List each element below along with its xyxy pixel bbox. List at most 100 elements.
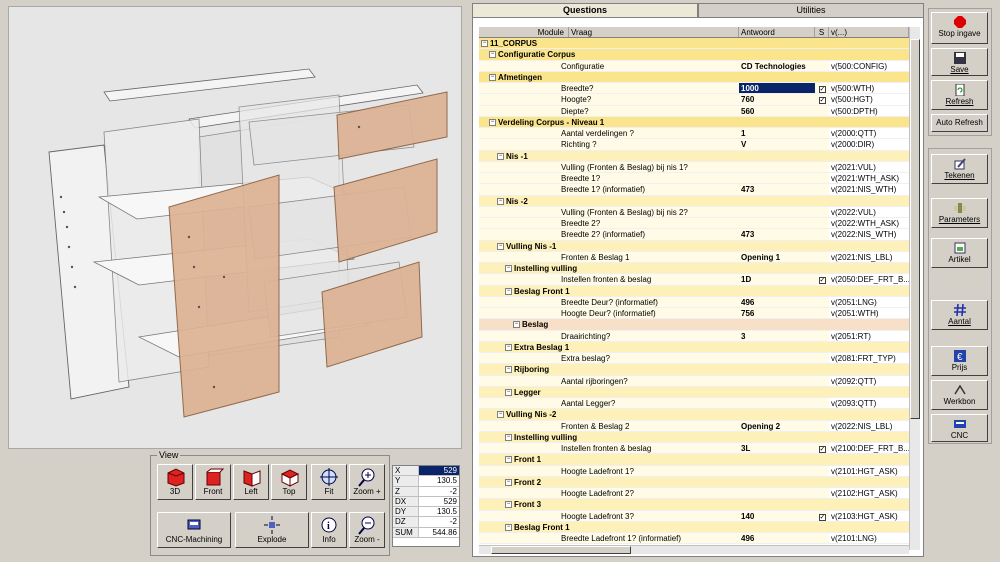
table-row[interactable]: − Front 2: [479, 476, 909, 488]
hscrollbar-thumb[interactable]: [491, 546, 631, 554]
table-row[interactable]: − Front 3: [479, 499, 909, 511]
view-3d-button[interactable]: 3D: [157, 464, 193, 500]
collapse-toggle[interactable]: −: [505, 433, 512, 441]
table-row[interactable]: − Verdeling Corpus - Niveau 1: [479, 116, 909, 128]
col-antwoord[interactable]: Antwoord: [739, 27, 815, 37]
aantal-button[interactable]: Aantal: [931, 300, 988, 330]
coord-value[interactable]: 130.5: [419, 507, 459, 516]
answer-cell[interactable]: [739, 521, 815, 532]
answer-cell[interactable]: CD Technologies: [739, 60, 815, 71]
table-row[interactable]: Aantal verdelingen ? 1 v(2000:QTT): [479, 128, 909, 140]
col-module[interactable]: Module: [479, 27, 569, 37]
table-row[interactable]: − Instelling vulling: [479, 431, 909, 443]
answer-cell[interactable]: 473: [739, 229, 815, 240]
table-row[interactable]: Aantal Legger? v(2093:QTT): [479, 398, 909, 410]
table-row[interactable]: Vulling (Fronten & Beslag) bij nis 2? v(2…: [479, 206, 909, 218]
checkbox-checked-icon[interactable]: ✓: [818, 86, 826, 93]
answer-cell[interactable]: [739, 499, 815, 510]
3d-viewport[interactable]: [8, 6, 462, 449]
answer-cell[interactable]: [739, 454, 815, 465]
answer-cell[interactable]: [739, 319, 815, 330]
questions-grid[interactable]: −11_CORPUS − Configuratie Corpus Configurat…: [479, 38, 909, 550]
answer-cell[interactable]: Opening 2: [739, 420, 815, 431]
cnc-button[interactable]: CNC: [931, 414, 988, 442]
checkbox-checked-icon[interactable]: ✓: [818, 277, 826, 285]
table-row[interactable]: Hoogte? 760 ✓ v(500:HGT): [479, 94, 909, 106]
col-s[interactable]: S: [815, 27, 829, 37]
tab-questions[interactable]: Questions: [472, 3, 698, 17]
table-row[interactable]: Breedte 2? (informatief) 473 v(2022:NIS_WT…: [479, 229, 909, 241]
table-row[interactable]: − Nis -1: [479, 150, 909, 162]
werkbon-button[interactable]: Werkbon: [931, 380, 988, 410]
zoom-out-button[interactable]: Zoom -: [349, 512, 385, 548]
collapse-toggle[interactable]: −: [489, 118, 496, 126]
zoom-in-button[interactable]: Zoom +: [349, 464, 385, 500]
explode-button[interactable]: Explode: [235, 512, 309, 548]
table-row[interactable]: Breedte 1? v(2021:WTH_ASK): [479, 173, 909, 185]
prijs-button[interactable]: € Prijs: [931, 346, 988, 376]
collapse-toggle[interactable]: −: [505, 478, 512, 486]
answer-cell[interactable]: [739, 353, 815, 364]
scrollbar-thumb[interactable]: [910, 39, 920, 419]
answer-cell[interactable]: 1D: [739, 274, 815, 285]
answer-cell[interactable]: [739, 173, 815, 184]
answer-cell[interactable]: 1: [739, 128, 815, 139]
table-row[interactable]: Hoogte Deur? (informatief) 756 v(2051:WTH): [479, 308, 909, 320]
answer-cell[interactable]: [739, 263, 815, 274]
table-row[interactable]: Hoogte Ladefront 1? v(2101:HGT_ASK): [479, 465, 909, 477]
coord-value[interactable]: -2: [419, 487, 459, 496]
answer-cell[interactable]: 3L: [739, 443, 815, 454]
view-front-button[interactable]: Front: [195, 464, 231, 500]
answer-cell[interactable]: [739, 341, 815, 352]
collapse-toggle[interactable]: −: [489, 51, 496, 59]
answer-cell[interactable]: 560: [739, 105, 815, 116]
table-row[interactable]: Hoogte Ladefront 3? 140 ✓ v(2103:HGT_ASK): [479, 510, 909, 522]
view-left-button[interactable]: Left: [233, 464, 269, 500]
collapse-toggle[interactable]: −: [497, 242, 504, 250]
collapse-toggle[interactable]: −: [505, 265, 512, 272]
answer-cell[interactable]: [739, 285, 815, 296]
collapse-toggle[interactable]: −: [513, 321, 520, 329]
coord-value[interactable]: 529: [419, 497, 459, 506]
parameters-button[interactable]: Parameters: [931, 198, 988, 228]
table-row[interactable]: − Configuratie Corpus: [479, 49, 909, 61]
table-row[interactable]: − Vulling Nis -1: [479, 240, 909, 252]
answer-cell[interactable]: [739, 375, 815, 386]
stop-ingave-button[interactable]: Stop ingave: [931, 12, 988, 44]
answer-cell[interactable]: [739, 240, 815, 251]
cnc-machining-button[interactable]: CNC-Machining: [157, 512, 231, 548]
collapse-toggle[interactable]: −: [489, 73, 496, 81]
answer-cell[interactable]: V: [739, 139, 815, 150]
table-row[interactable]: Fronten & Beslag 1 Opening 1 v(2021:NIS_LB…: [479, 251, 909, 263]
table-row[interactable]: − Vulling Nis -2: [479, 409, 909, 421]
checkbox-checked-icon[interactable]: ✓: [818, 513, 826, 521]
table-row[interactable]: − Extra Beslag 1: [479, 341, 909, 353]
auto-refresh-toggle[interactable]: Auto Refresh: [931, 114, 988, 132]
table-row[interactable]: Configuratie CD Technologies v(500:CONFIG): [479, 60, 909, 72]
table-row[interactable]: Breedte Ladefront 1? (informatief) 496 v(2…: [479, 533, 909, 545]
answer-cell[interactable]: [739, 161, 815, 172]
table-row[interactable]: Aantal rijboringen? v(2092:QTT): [479, 375, 909, 387]
answer-cell[interactable]: 496: [739, 533, 815, 544]
fit-button[interactable]: Fit: [311, 464, 347, 500]
answer-cell[interactable]: [739, 71, 815, 82]
answer-cell[interactable]: 496: [739, 296, 815, 307]
collapse-toggle[interactable]: −: [497, 411, 504, 419]
answer-cell[interactable]: [739, 150, 815, 161]
info-button[interactable]: i Info: [311, 512, 347, 548]
artikel-button[interactable]: Artikel: [931, 238, 988, 268]
coord-value[interactable]: 130.5: [419, 476, 459, 485]
answer-cell[interactable]: [739, 218, 815, 229]
table-row[interactable]: Breedte 2? v(2022:WTH_ASK): [479, 218, 909, 230]
answer-cell[interactable]: 760: [739, 94, 815, 105]
view-top-button[interactable]: Top: [271, 464, 307, 500]
collapse-toggle[interactable]: −: [505, 287, 512, 295]
col-v[interactable]: v(...): [829, 27, 909, 37]
answer-cell[interactable]: [739, 398, 815, 409]
answer-cell[interactable]: [739, 488, 815, 499]
collapse-toggle[interactable]: −: [505, 523, 512, 531]
answer-cell[interactable]: 3: [739, 330, 815, 341]
table-row[interactable]: Richting ? Vv(2000:DIR): [479, 139, 909, 151]
collapse-toggle[interactable]: −: [497, 197, 504, 205]
vertical-scrollbar[interactable]: [909, 27, 920, 550]
